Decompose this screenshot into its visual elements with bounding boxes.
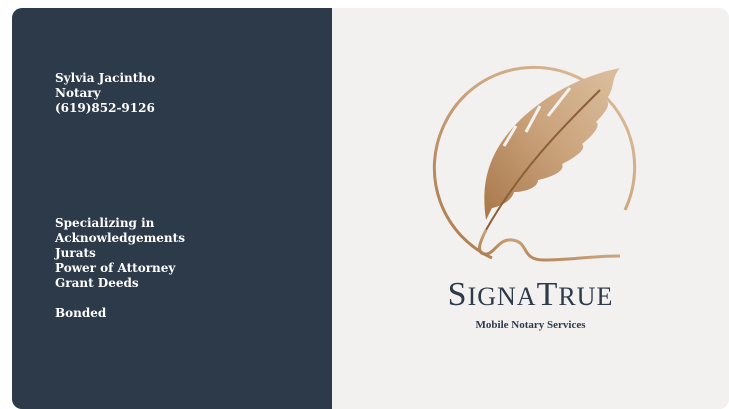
- brand-rest-2: RUE: [558, 282, 614, 311]
- contact-info: Sylvia Jacintho Notary (619)852-9126: [55, 71, 155, 116]
- quill-feather-icon: [433, 66, 636, 262]
- bonded-label: Bonded: [55, 306, 107, 320]
- services-heading: Specializing in: [55, 216, 155, 230]
- business-card: Sylvia Jacintho Notary (619)852-9126 Spe…: [12, 8, 729, 409]
- logo-panel: SIGNATRUE Mobile Notary Services: [332, 8, 729, 409]
- contact-panel: Sylvia Jacintho Notary (619)852-9126 Spe…: [12, 8, 332, 409]
- brand-initial-1: S: [447, 276, 468, 313]
- contact-title: Notary: [55, 86, 101, 100]
- service-item: Jurats: [55, 246, 96, 260]
- contact-phone: (619)852-9126: [55, 101, 155, 115]
- brand-name: SIGNATRUE: [332, 276, 729, 315]
- brand-initial-2: T: [536, 276, 559, 313]
- signature-swoosh: [478, 229, 621, 262]
- contact-name: Sylvia Jacintho: [55, 71, 155, 85]
- service-item: Acknowledgements: [55, 231, 185, 245]
- service-item: Grant Deeds: [55, 276, 139, 290]
- services-list: Specializing in Acknowledgements Jurats …: [55, 216, 185, 321]
- brand-tagline: Mobile Notary Services: [475, 319, 586, 331]
- brand-rest-1: IGNA: [467, 282, 537, 311]
- service-item: Power of Attorney: [55, 261, 176, 275]
